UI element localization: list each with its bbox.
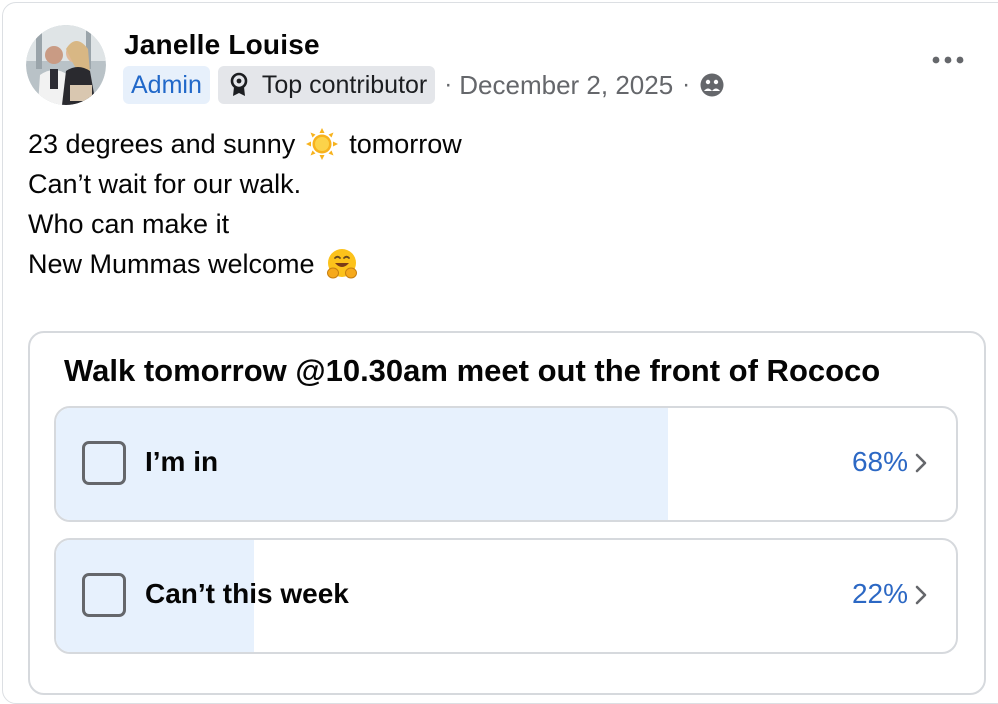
top-contributor-icon <box>230 72 248 96</box>
chevron-right-icon <box>915 585 927 605</box>
chevron-right-icon <box>915 453 927 473</box>
poll-card: Walk tomorrow @10.30am meet out the fron… <box>28 331 986 695</box>
author-name[interactable]: Janelle Louise <box>124 29 320 61</box>
more-options-button[interactable] <box>930 48 966 72</box>
author-avatar[interactable] <box>26 25 106 105</box>
more-options-icon <box>932 56 964 64</box>
meta-separator: · <box>682 71 691 98</box>
post-line: Can’t wait for our walk. <box>28 164 462 204</box>
post-line-text: Who can make it <box>28 209 230 239</box>
poll-option-percent[interactable]: 22% <box>852 578 908 610</box>
post-date[interactable]: December 2, 2025 <box>459 70 673 101</box>
post-line-text: tomorrow <box>349 129 462 159</box>
group-privacy-icon <box>700 73 724 97</box>
post-line: New Mummas welcome <box>28 244 462 284</box>
top-contributor-label: Top contributor <box>261 70 428 99</box>
poll-question: Walk tomorrow @10.30am meet out the fron… <box>64 353 881 388</box>
poll-option-percent[interactable]: 68% <box>852 446 908 478</box>
post-body: 23 degrees and sunny tomorrow Can’t wait… <box>28 124 462 284</box>
meta-separator: · <box>444 71 453 98</box>
post-line-text: Can’t wait for our walk. <box>28 169 302 199</box>
poll-option-checkbox[interactable] <box>82 441 126 485</box>
poll-option-cant-this-week[interactable]: Can’t this week 22% <box>54 538 958 654</box>
post-line-text: New Mummas welcome <box>28 249 315 279</box>
poll-option-label: Can’t this week <box>145 578 349 609</box>
poll-option-im-in[interactable]: I’m in 68% <box>54 406 958 522</box>
post-line: 23 degrees and sunny tomorrow <box>28 124 462 164</box>
hugging-face-emoji <box>326 249 357 279</box>
post-line: Who can make it <box>28 204 462 244</box>
poll-option-checkbox[interactable] <box>82 573 126 617</box>
post-line-text: 23 degrees and sunny <box>28 129 296 159</box>
poll-option-label: I’m in <box>145 446 219 477</box>
top-contributor-badge[interactable]: Top contributor <box>217 66 436 104</box>
sun-emoji <box>306 128 339 160</box>
admin-badge[interactable]: Admin <box>123 66 210 104</box>
post-meta-row: Admin Top contributor · December 2, 2025… <box>123 66 725 104</box>
